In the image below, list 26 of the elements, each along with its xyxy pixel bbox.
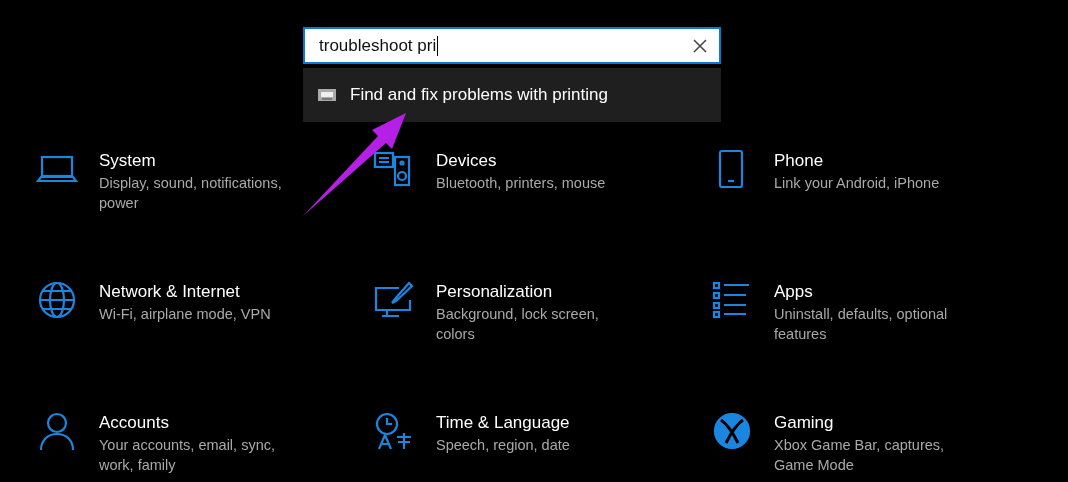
printer-icon	[317, 87, 337, 103]
category-title[interactable]: System	[99, 151, 156, 171]
category-title[interactable]: Personalization	[436, 282, 553, 302]
category-title[interactable]: Accounts	[99, 413, 169, 433]
paint-icon[interactable]	[373, 280, 415, 320]
category-description: Display, sound, notifications, power	[99, 174, 283, 213]
xbox-icon[interactable]	[711, 411, 753, 451]
category-title[interactable]: Apps	[774, 282, 813, 302]
globe-icon[interactable]	[36, 280, 78, 320]
suggestion-item[interactable]: Find and fix problems with printing	[303, 68, 721, 122]
category-description: Your accounts, email, sync, work, family	[99, 436, 276, 475]
category-description: Speech, region, date	[436, 436, 571, 455]
category-title[interactable]: Gaming	[774, 413, 834, 433]
category-title[interactable]: Network & Internet	[99, 282, 240, 302]
category-title[interactable]: Phone	[774, 151, 824, 171]
category-description: Uninstall, defaults, optional features	[774, 305, 949, 344]
category-description: Background, lock screen, colors	[436, 305, 600, 344]
category-description: Link your Android, iPhone	[774, 174, 941, 193]
category-description: Bluetooth, printers, mouse	[436, 174, 607, 193]
search-field[interactable]: troubleshoot pri	[303, 27, 721, 64]
category-title[interactable]: Devices	[436, 151, 497, 171]
category-description: Xbox Game Bar, captures, Game Mode	[774, 436, 946, 475]
category-description: Wi-Fi, airplane mode, VPN	[99, 305, 272, 324]
close-icon[interactable]	[693, 38, 707, 53]
search-text: troubleshoot pri	[319, 35, 437, 56]
category-title[interactable]: Time & Language	[436, 413, 570, 433]
